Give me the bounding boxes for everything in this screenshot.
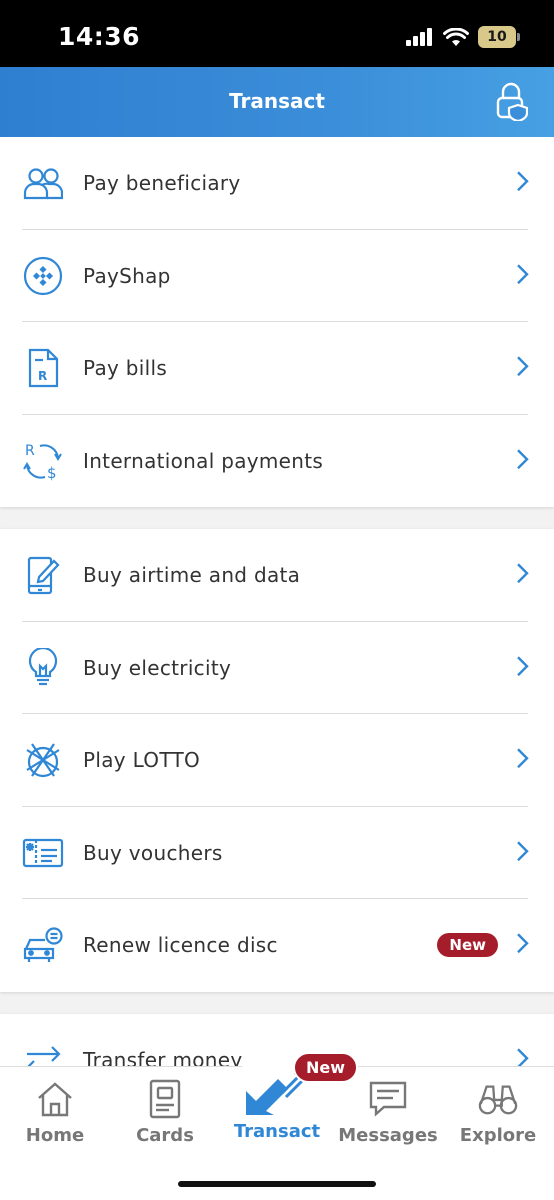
new-badge: New [437,933,498,958]
bottom-tab-bar: Home Cards Transact Messages Explore New [0,1052,554,1200]
row-payshap[interactable]: PayShap [0,230,554,322]
messages-icon [368,1079,408,1119]
tab-cards[interactable]: Cards [110,1067,220,1167]
battery-icon: 10 [478,26,520,48]
tab-label: Explore [459,1125,537,1146]
signal-icon [406,28,432,46]
lightbulb-icon [22,647,64,689]
tab-explore[interactable]: Explore [443,1067,553,1167]
row-label: Transfer money [83,1047,243,1066]
chevron-right-icon [517,264,529,284]
status-bar: 14:36 10 [0,0,554,67]
row-label: PayShap [83,263,171,288]
svg-text:R: R [38,369,47,383]
row-buy-vouchers[interactable]: Buy vouchers [0,807,554,899]
row-label: International payments [83,448,324,473]
tab-messages[interactable]: Messages [333,1067,443,1167]
row-pay-bills[interactable]: R Pay bills [0,322,554,415]
phone-icon [22,554,64,596]
chevron-right-icon [517,748,529,769]
svg-text:$: $ [47,464,57,482]
svg-text:R: R [25,443,35,459]
row-play-lotto[interactable]: Play LOTTO [0,714,554,807]
row-label: Play LOTTO [83,748,201,773]
tab-label: Cards [136,1125,194,1146]
row-label: Pay beneficiary [83,171,241,196]
chevron-right-icon [517,841,529,861]
tab-label: Home [25,1125,85,1146]
payshap-icon [22,255,64,297]
row-label: Pay bills [83,356,168,381]
purchases-group: Buy airtime and data Buy electricity Pla… [0,529,554,992]
chevron-right-icon [517,171,529,192]
payments-group: Pay beneficiary PayShap R Pay bills R $ … [0,137,554,507]
tab-label: Transact [233,1121,321,1142]
status-time: 14:36 [58,22,141,51]
currency-exchange-icon: R $ [22,440,64,482]
binoculars-icon [478,1079,518,1119]
lotto-icon [22,739,64,781]
transfer-icon [22,1039,64,1066]
cards-icon [145,1079,185,1119]
home-indicator [178,1181,376,1187]
transact-new-badge: New [293,1052,359,1083]
chevron-right-icon [517,1048,529,1066]
home-icon [35,1079,75,1119]
bill-icon: R [22,347,64,389]
chevron-right-icon [517,356,529,377]
voucher-icon [22,832,64,874]
page-title: Transact [229,89,325,113]
row-label: Renew licence disc [83,933,278,958]
row-buy-electricity[interactable]: Buy electricity [0,622,554,714]
row-renew-licence-disc[interactable]: Renew licence disc New [0,899,554,992]
wifi-icon [443,27,469,46]
tab-home[interactable]: Home [0,1067,110,1167]
row-label: Buy airtime and data [83,563,301,588]
app-header: Transact [0,67,554,137]
row-international-payments[interactable]: R $ International payments [0,415,554,508]
people-icon [22,162,64,204]
chevron-right-icon [517,563,529,584]
status-icons: 10 [406,26,520,48]
row-label: Buy vouchers [83,840,223,865]
chevron-right-icon [517,656,529,676]
row-pay-beneficiary[interactable]: Pay beneficiary [0,137,554,230]
car-icon [22,924,64,966]
transact-list: Pay beneficiary PayShap R Pay bills R $ … [0,137,554,1066]
row-buy-airtime[interactable]: Buy airtime and data [0,529,554,622]
row-label: Buy electricity [83,655,232,680]
chevron-right-icon [517,449,529,469]
chevron-right-icon [517,933,529,954]
lock-shield-icon[interactable] [494,81,528,121]
tab-label: Messages [338,1125,438,1146]
